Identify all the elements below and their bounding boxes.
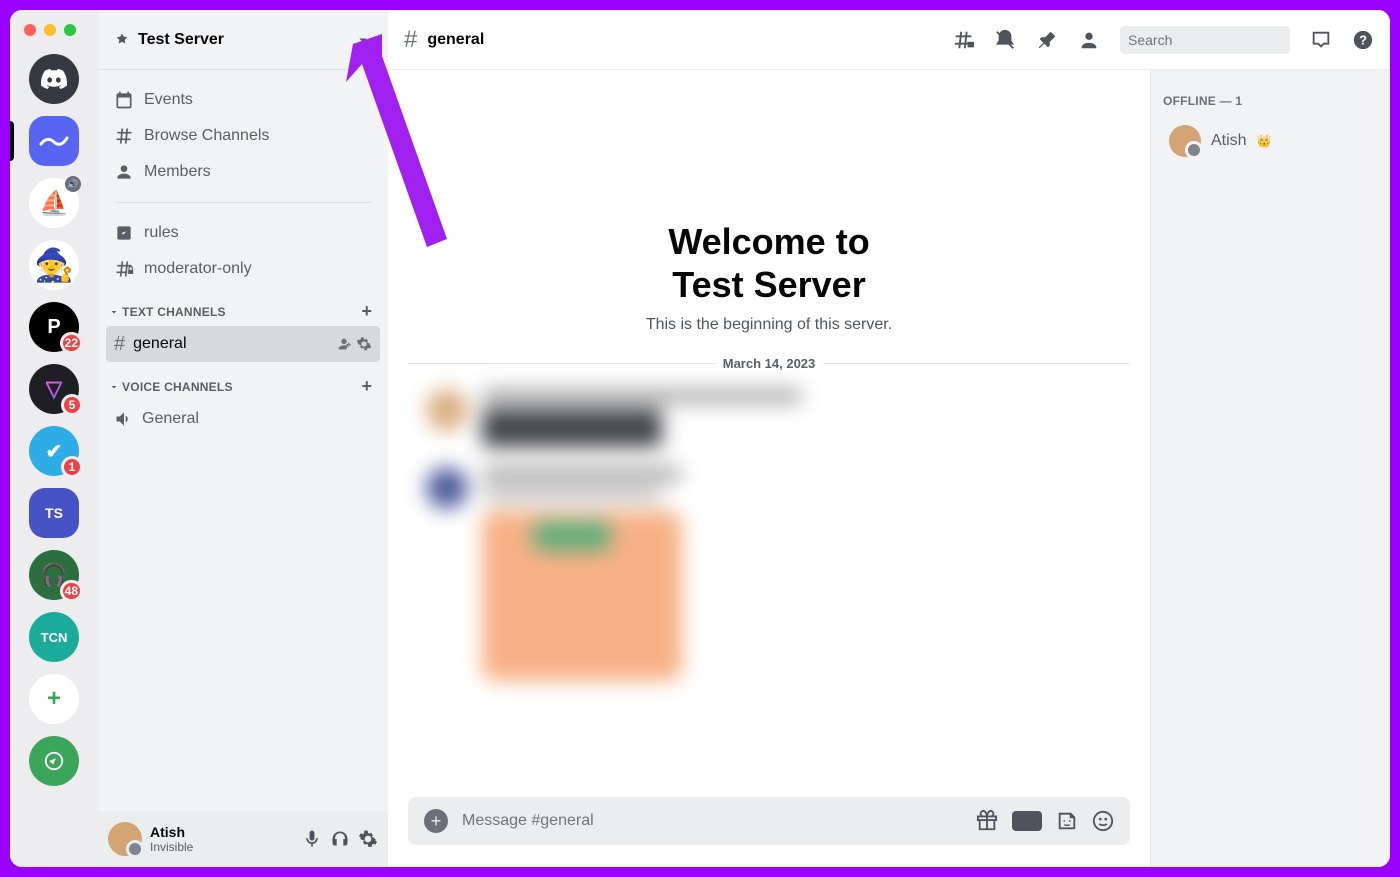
memberlist-toggle[interactable]: [1078, 29, 1100, 51]
chevron-down-icon: [108, 381, 120, 393]
gear-icon[interactable]: [356, 336, 372, 352]
server-dm-button[interactable]: [29, 54, 79, 104]
add-channel-button[interactable]: +: [361, 376, 376, 397]
welcome-title-1: Welcome to: [668, 221, 869, 262]
channel-label: moderator-only: [144, 260, 252, 278]
window-close-button[interactable]: [24, 24, 36, 36]
pinned-icon[interactable]: [1036, 29, 1058, 51]
window-minimize-button[interactable]: [44, 24, 56, 36]
server-rail: ⛵🔊 🧙 P22 ▽5 ✔1 TS 🎧48 TCN +: [10, 10, 98, 867]
member-list: OFFLINE — 1 Atish 👑: [1150, 70, 1390, 867]
channel-title: general: [427, 31, 952, 49]
threads-icon[interactable]: [952, 29, 974, 51]
category-text-channels[interactable]: TEXT CHANNELS +: [106, 287, 380, 326]
blurred-messages: [408, 389, 1130, 797]
help-icon[interactable]: ?: [1352, 29, 1374, 51]
server-item[interactable]: 🧙: [29, 240, 79, 290]
nav-events[interactable]: Events: [106, 82, 380, 118]
member-item[interactable]: Atish 👑: [1163, 118, 1378, 164]
speaker-icon: [114, 409, 134, 429]
server-badge: 5: [61, 394, 83, 416]
rules-icon: [114, 223, 134, 243]
channel-rules[interactable]: rules: [106, 215, 380, 251]
chat-area: Welcome toTest Server This is the beginn…: [388, 70, 1150, 867]
nav-members[interactable]: Members: [106, 154, 380, 190]
category-label: TEXT CHANNELS: [122, 305, 361, 319]
member-avatar: [1169, 125, 1201, 157]
message-input-bar: + GIF: [408, 797, 1130, 845]
server-add-button[interactable]: +: [29, 674, 79, 724]
emoji-icon[interactable]: [1092, 810, 1114, 832]
channel-label: General: [142, 410, 372, 428]
server-item[interactable]: ✔1: [29, 426, 79, 476]
server-badge: 1: [61, 456, 83, 478]
add-channel-button[interactable]: +: [361, 301, 376, 322]
window-maximize-button[interactable]: [64, 24, 76, 36]
settings-button[interactable]: [358, 829, 378, 849]
deafen-button[interactable]: [330, 829, 350, 849]
server-item[interactable]: ⛵🔊: [29, 178, 79, 228]
nav-browse-channels[interactable]: Browse Channels: [106, 118, 380, 154]
chevron-down-icon: [354, 31, 372, 49]
date-label: March 14, 2023: [723, 356, 816, 371]
category-voice-channels[interactable]: VOICE CHANNELS +: [106, 362, 380, 401]
search-box[interactable]: [1120, 26, 1290, 54]
server-item[interactable]: ▽5: [29, 364, 79, 414]
date-divider: March 14, 2023: [408, 356, 1130, 371]
owner-crown-icon: 👑: [1257, 134, 1272, 148]
server-item[interactable]: TS: [29, 488, 79, 538]
invite-icon[interactable]: [336, 336, 352, 352]
user-info[interactable]: Atish Invisible: [150, 824, 294, 854]
gift-icon[interactable]: [976, 810, 998, 832]
user-status-label: Invisible: [150, 840, 294, 854]
user-avatar[interactable]: [108, 822, 142, 856]
main-area: # general ? Welcome toTest Server This i: [388, 10, 1390, 867]
hash-lock-icon: [114, 259, 134, 279]
welcome-block: Welcome toTest Server This is the beginn…: [408, 70, 1130, 334]
server-item[interactable]: 🎧48: [29, 550, 79, 600]
message-input[interactable]: [462, 812, 962, 830]
hash-search-icon: [114, 126, 134, 146]
welcome-subtitle: This is the beginning of this server.: [408, 316, 1130, 334]
server-badge: 22: [60, 332, 83, 354]
user-name-label: Atish: [150, 824, 294, 840]
hash-icon: #: [404, 26, 417, 54]
svg-text:?: ?: [1359, 32, 1367, 47]
server-item[interactable]: TCN: [29, 612, 79, 662]
mute-button[interactable]: [302, 829, 322, 849]
member-category-label: OFFLINE — 1: [1163, 94, 1378, 108]
server-badge: 48: [60, 580, 83, 602]
welcome-title-2: Test Server: [672, 264, 865, 305]
gif-button[interactable]: GIF: [1012, 811, 1042, 831]
inbox-icon[interactable]: [1310, 29, 1332, 51]
upload-button[interactable]: +: [424, 809, 448, 833]
calendar-icon: [114, 90, 134, 110]
channel-general[interactable]: # general: [106, 326, 380, 362]
notifications-icon[interactable]: [994, 29, 1016, 51]
top-bar: # general ?: [388, 10, 1390, 70]
members-icon: [114, 162, 134, 182]
sticker-icon[interactable]: [1056, 810, 1078, 832]
channel-label: general: [133, 335, 328, 353]
server-item-active[interactable]: [29, 116, 79, 166]
channel-label: rules: [144, 224, 179, 242]
nav-label: Events: [144, 91, 193, 109]
server-header-dropdown[interactable]: Test Server: [98, 10, 388, 70]
nav-label: Browse Channels: [144, 127, 269, 145]
server-explore-button[interactable]: [29, 736, 79, 786]
member-name-label: Atish: [1211, 132, 1247, 150]
boost-icon: [114, 32, 130, 48]
server-name-label: Test Server: [138, 31, 354, 49]
server-item[interactable]: P22: [29, 302, 79, 352]
chevron-down-icon: [108, 306, 120, 318]
channel-moderator-only[interactable]: moderator-only: [106, 251, 380, 287]
voice-channel-general[interactable]: General: [106, 401, 380, 437]
hash-icon: #: [114, 333, 125, 356]
channel-sidebar: Test Server Events Browse Channels Membe…: [98, 10, 388, 867]
search-input[interactable]: [1128, 32, 1309, 48]
category-label: VOICE CHANNELS: [122, 380, 361, 394]
user-panel: Atish Invisible: [98, 811, 388, 867]
nav-label: Members: [144, 163, 211, 181]
